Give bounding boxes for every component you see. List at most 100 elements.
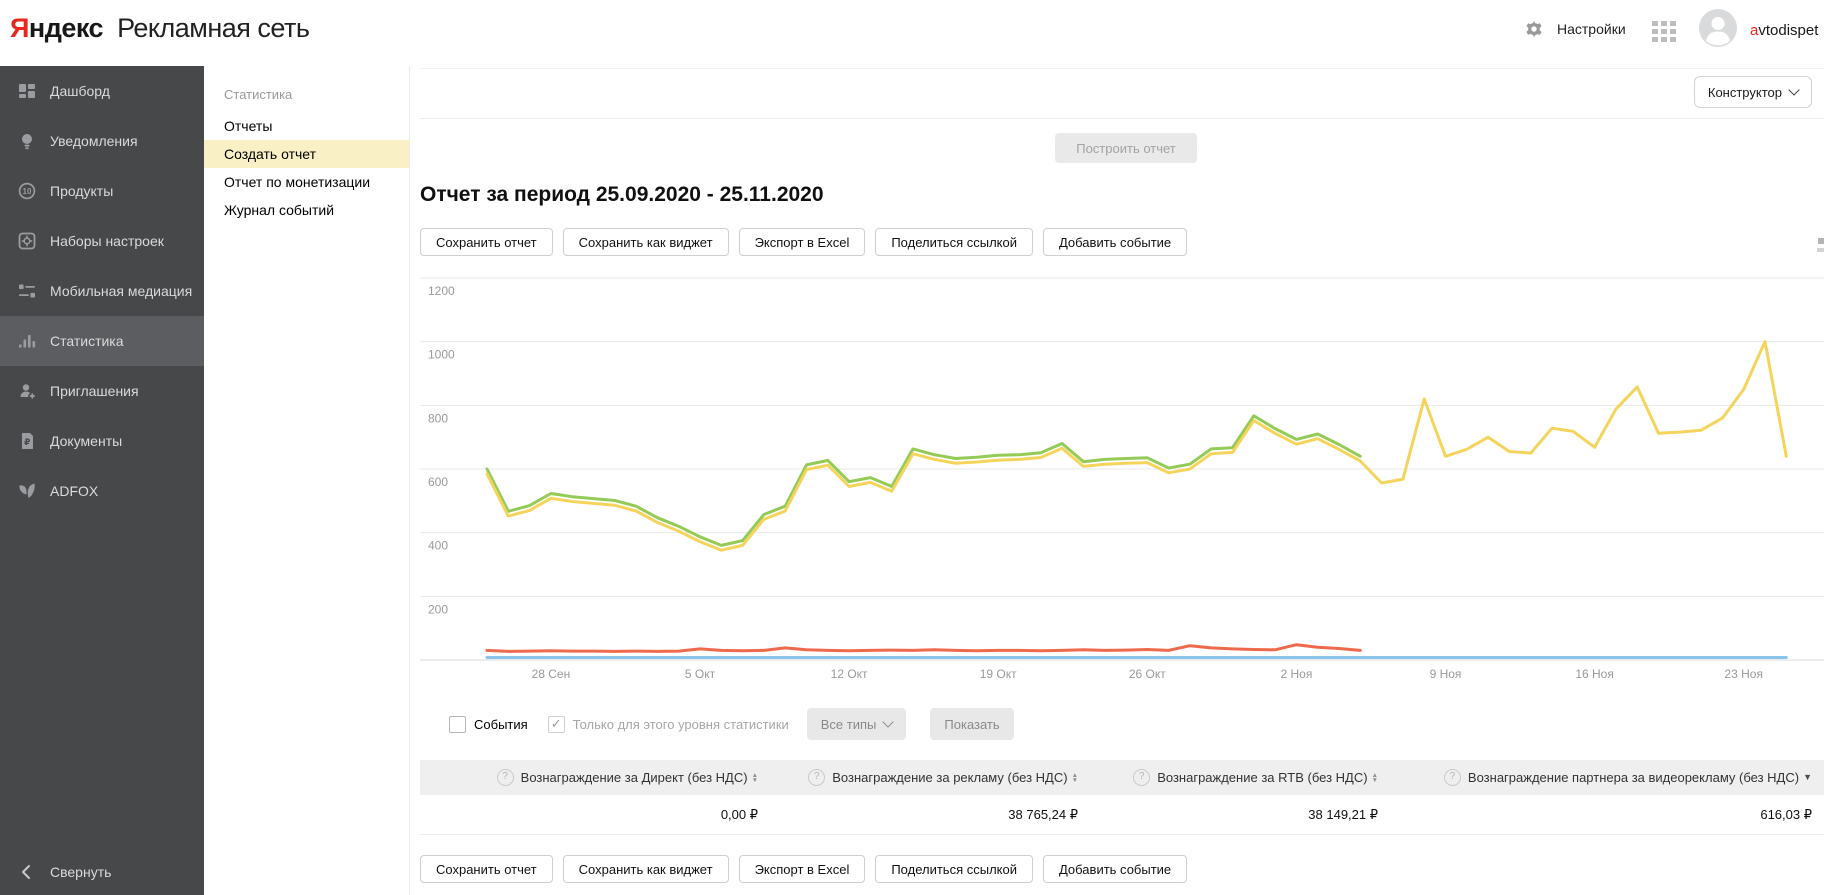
series-yellow bbox=[487, 342, 1786, 551]
logo-product: Рекламная сеть bbox=[117, 13, 309, 43]
series-green bbox=[487, 416, 1360, 546]
save-as-widget-button[interactable]: Сохранить как виджет bbox=[563, 855, 729, 883]
x-tick-label: 12 Окт bbox=[831, 667, 868, 681]
x-tick-label: 5 Окт bbox=[685, 667, 716, 681]
settings-link[interactable]: Настройки bbox=[1557, 21, 1626, 37]
build-report-button[interactable]: Построить отчет bbox=[1055, 133, 1197, 163]
add-event-button[interactable]: Добавить событие bbox=[1043, 855, 1187, 883]
y-tick-label: 400 bbox=[428, 539, 448, 553]
header-divider bbox=[420, 68, 1824, 69]
sidebar-nav: Дашборд Уведомления 10 Продукты Наборы настр… bbox=[0, 66, 204, 516]
column-header-label: Вознаграждение за рекламу (без НДС) bbox=[832, 770, 1067, 785]
y-tick-label: 800 bbox=[428, 411, 448, 425]
report-title: Отчет за период 25.09.2020 - 25.11.2020 bbox=[420, 183, 824, 207]
column-header-label: Вознаграждение за Директ (без НДС) bbox=[521, 770, 748, 785]
save-as-widget-button[interactable]: Сохранить как виджет bbox=[563, 228, 729, 256]
events-bar: События ✓ Только для этого уровня статис… bbox=[449, 707, 1014, 741]
main-content: Конструктор Построить отчет Отчет за пер… bbox=[410, 66, 1824, 895]
sidebar-item-invitations[interactable]: Приглашения bbox=[0, 366, 204, 416]
sort-desc-icon[interactable]: ▼ bbox=[1803, 773, 1812, 782]
column-header-label: Вознаграждение партнера за видеорекламу … bbox=[1468, 770, 1799, 785]
help-icon[interactable]: ? bbox=[1444, 769, 1461, 786]
column-header-1[interactable]: ? Вознаграждение за Директ (без НДС) ▲▼ bbox=[420, 760, 770, 795]
submenu-item-monetization-report[interactable]: Отчет по монетизации bbox=[204, 168, 409, 196]
column-header-2[interactable]: ? Вознаграждение за рекламу (без НДС) ▲▼ bbox=[770, 760, 1090, 795]
mobile-mediation-icon bbox=[17, 281, 37, 301]
yandex-logo[interactable]: Яндекс Рекламная сеть bbox=[10, 13, 309, 44]
table-header-row: ? Вознаграждение за Директ (без НДС) ▲▼? Во… bbox=[420, 760, 1824, 795]
y-tick-label: 200 bbox=[428, 602, 448, 616]
chevron-left-icon bbox=[17, 862, 37, 882]
help-icon[interactable]: ? bbox=[1133, 769, 1150, 786]
report-actions-top: Сохранить отчет Сохранить как виджет Экспо… bbox=[420, 228, 1187, 256]
sidebar-item-settings-sets[interactable]: Наборы настроек bbox=[0, 216, 204, 266]
svg-text:10: 10 bbox=[23, 187, 32, 196]
scope-checkbox[interactable]: ✓ bbox=[548, 716, 565, 733]
share-link-button[interactable]: Поделиться ссылкой bbox=[875, 855, 1033, 883]
collapse-sidebar-button[interactable]: Свернуть bbox=[0, 849, 204, 895]
sidebar-item-statistics[interactable]: Статистика bbox=[0, 316, 204, 366]
events-label: События bbox=[474, 717, 528, 732]
sidebar-item-label: Продукты bbox=[50, 183, 113, 199]
save-report-button[interactable]: Сохранить отчет bbox=[420, 228, 553, 256]
events-checkbox[interactable] bbox=[449, 716, 466, 733]
sort-icon[interactable]: ▲▼ bbox=[1072, 773, 1078, 783]
show-button[interactable]: Показать bbox=[930, 708, 1013, 740]
sidebar-item-mobile-mediation[interactable]: Мобильная медиация bbox=[0, 266, 204, 316]
help-icon[interactable]: ? bbox=[497, 769, 514, 786]
report-chart[interactable]: 2004006008001000120028 Сен5 Окт12 Окт19 … bbox=[420, 265, 1824, 705]
sidebar-item-products[interactable]: 10 Продукты bbox=[0, 166, 204, 216]
sidebar-item-adfox[interactable]: ADFOX bbox=[0, 466, 204, 516]
constructor-button[interactable]: Конструктор bbox=[1694, 76, 1812, 108]
submenu-item-events-log[interactable]: Журнал событий bbox=[204, 196, 409, 224]
column-header-3[interactable]: ? Вознаграждение за RTB (без НДС) ▲▼ bbox=[1090, 760, 1390, 795]
sidebar-item-label: Уведомления bbox=[50, 133, 138, 149]
sidebar-item-label: Статистика bbox=[50, 333, 124, 349]
statistics-submenu: Статистика ОтчетыСоздать отчетОтчет по м… bbox=[204, 66, 410, 895]
y-tick-label: 1200 bbox=[428, 284, 455, 298]
sidebar-item-dashboard[interactable]: Дашборд bbox=[0, 66, 204, 116]
products-icon: 10 bbox=[17, 181, 37, 201]
x-tick-label: 19 Окт bbox=[980, 667, 1017, 681]
column-header-label: Вознаграждение за RTB (без НДС) bbox=[1157, 770, 1367, 785]
avatar[interactable] bbox=[1698, 8, 1738, 48]
svg-text:₽: ₽ bbox=[24, 437, 30, 447]
save-report-button[interactable]: Сохранить отчет bbox=[420, 855, 553, 883]
series-red bbox=[487, 645, 1360, 652]
summary-table: ? Вознаграждение за Директ (без НДС) ▲▼? Во… bbox=[420, 760, 1824, 835]
settings-sets-icon bbox=[17, 231, 37, 251]
sidebar-item-label: Документы bbox=[50, 433, 122, 449]
help-icon[interactable]: ? bbox=[808, 769, 825, 786]
export-excel-button[interactable]: Экспорт в Excel bbox=[739, 228, 866, 256]
column-header-4[interactable]: ? Вознаграждение партнера за видеорекламу… bbox=[1390, 760, 1824, 795]
toolbar-divider bbox=[420, 118, 1824, 119]
add-event-button[interactable]: Добавить событие bbox=[1043, 228, 1187, 256]
column-value-2: 38 765,24 ₽ bbox=[770, 795, 1090, 834]
collapse-label: Свернуть bbox=[50, 864, 111, 880]
sort-icon[interactable]: ▲▼ bbox=[1372, 773, 1378, 783]
gear-icon[interactable] bbox=[1524, 19, 1544, 39]
sort-icon[interactable]: ▲▼ bbox=[752, 773, 758, 783]
invitations-icon bbox=[17, 381, 37, 401]
submenu-item-reports[interactable]: Отчеты bbox=[204, 112, 409, 140]
x-tick-label: 28 Сен bbox=[532, 667, 571, 681]
export-excel-button[interactable]: Экспорт в Excel bbox=[739, 855, 866, 883]
notifications-icon bbox=[17, 131, 37, 151]
submenu-item-create-report[interactable]: Создать отчет bbox=[204, 140, 409, 168]
apps-grid-icon[interactable] bbox=[1652, 21, 1676, 42]
username[interactable]: avtodispet bbox=[1750, 22, 1818, 39]
column-value-1: 0,00 ₽ bbox=[420, 795, 770, 834]
scope-label: Только для этого уровня статистики bbox=[573, 717, 789, 732]
sidebar-item-label: Дашборд bbox=[50, 83, 110, 99]
sidebar-item-label: Наборы настроек bbox=[50, 233, 164, 249]
share-link-button[interactable]: Поделиться ссылкой bbox=[875, 228, 1033, 256]
sidebar-item-notifications[interactable]: Уведомления bbox=[0, 116, 204, 166]
all-types-dropdown[interactable]: Все типы bbox=[807, 708, 907, 740]
sidebar-item-label: Мобильная медиация bbox=[50, 283, 192, 299]
column-value-3: 38 149,21 ₽ bbox=[1090, 795, 1390, 834]
chart-menu-icon[interactable] bbox=[1817, 238, 1824, 252]
sidebar-item-documents[interactable]: ₽ Документы bbox=[0, 416, 204, 466]
x-tick-label: 16 Ноя bbox=[1575, 667, 1614, 681]
x-tick-label: 23 Ноя bbox=[1724, 667, 1763, 681]
column-value-4: 616,03 ₽ bbox=[1390, 795, 1824, 834]
